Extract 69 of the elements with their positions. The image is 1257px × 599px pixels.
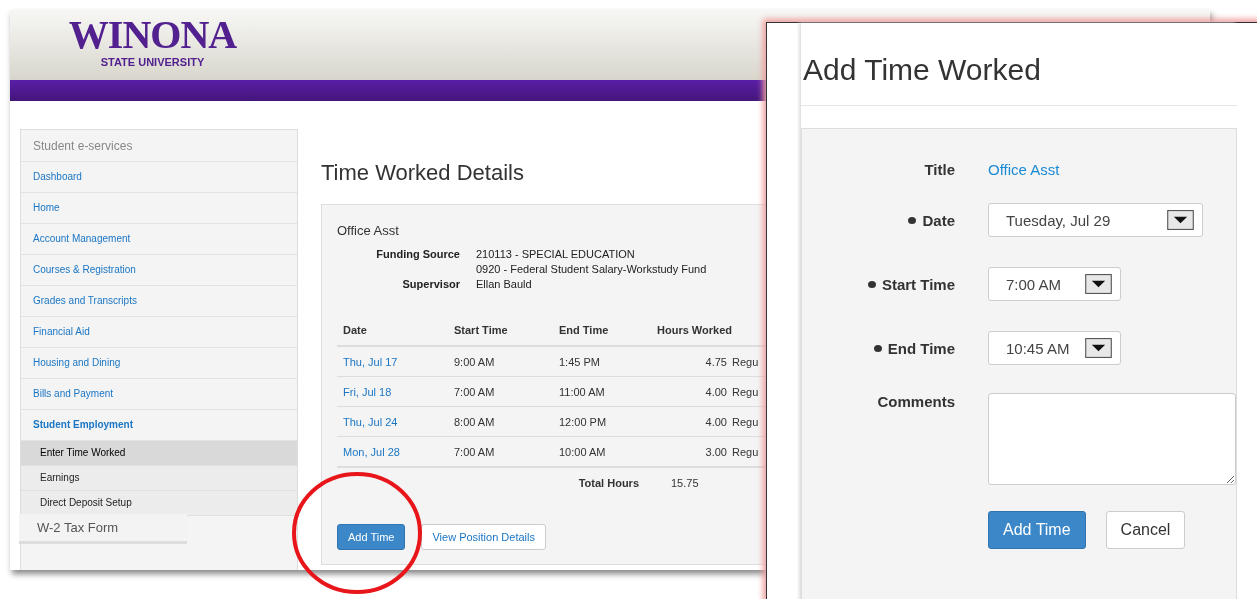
detail-value: 0920 - Federal Student Salary-Workstudy Fund [476, 262, 707, 277]
title-value: Office Asst [988, 160, 1060, 178]
table-cell-text: Regu [731, 355, 759, 368]
detail-label: Supervisor [401, 277, 460, 292]
sidebar-item[interactable]: Account Management [21, 224, 297, 255]
column-header: Start Time [453, 323, 509, 336]
sidebar-item[interactable]: Grades and Transcripts [21, 286, 297, 317]
sidebar-item[interactable]: Home [21, 193, 297, 224]
table-cell-text: 1:45 PM [558, 355, 601, 368]
table-cell-text: 11:00 AM [558, 385, 606, 398]
select-field[interactable]: 7:00 AM [988, 267, 1121, 301]
select-field[interactable]: Tuesday, Jul 29 [988, 203, 1203, 237]
date-link[interactable]: Thu, Jul 24 [337, 415, 448, 428]
select-field[interactable]: 10:45 AM [988, 331, 1121, 365]
total-value: 15.75 [670, 476, 699, 489]
field-label: Start Time [802, 275, 955, 293]
field-label: End Time [802, 339, 955, 357]
logo-subtitle: STATE UNIVERSITY [100, 56, 205, 68]
table-cell-text: Regu [731, 415, 759, 428]
date-link[interactable]: Fri, Jul 18 [337, 385, 448, 398]
total-label: Total Hours [577, 476, 639, 489]
sidebar-subitem[interactable]: Enter Time Worked [21, 441, 297, 466]
details-button[interactable]: View Position Details [421, 524, 546, 550]
add-time-button[interactable]: Add Time [337, 524, 406, 550]
position-title: Office Asst [337, 223, 400, 238]
sidebar-item[interactable]: Housing and Dining [21, 348, 297, 379]
detail-label: Funding Source [375, 247, 460, 262]
detail-value: Ellan Bauld [476, 277, 532, 292]
table-cell-text: 4.00 [704, 415, 727, 428]
logo-wordmark: WINONA [68, 16, 237, 54]
table-cell-text: 4.75 [704, 355, 727, 368]
table-cell-text: 12:00 PM [558, 415, 608, 428]
table-cell-text: 4.00 [704, 385, 727, 398]
column-header: Date [342, 323, 368, 336]
dropdown-icon [1085, 274, 1112, 294]
required-icon [867, 280, 876, 288]
table-cell-text: Regu [731, 385, 759, 398]
required-icon [908, 216, 917, 224]
table-cell-text: 7:00 AM [453, 445, 496, 458]
table-cell-text: Regu [731, 445, 759, 458]
field-label: Comments [876, 393, 955, 410]
sidebar-item[interactable]: Dashboard [21, 162, 297, 193]
add-time-button[interactable]: Add Time [988, 511, 1086, 549]
column-header: Hours Worked [656, 323, 733, 336]
sidebar-subitem[interactable]: Direct Deposit Setup [21, 491, 297, 516]
dialog-title: Add Time Worked [801, 23, 1237, 106]
table-cell-text: 10:00 AM [558, 445, 607, 458]
table-cell-text: 7:00 AM [453, 385, 496, 398]
sidebar-item[interactable]: Courses & Registration [21, 255, 297, 286]
detail-value: 210113 - SPECIAL EDUCATION [476, 247, 635, 262]
date-link[interactable]: Thu, Jul 17 [337, 355, 448, 368]
table-cell-text: 3.00 [704, 445, 727, 458]
sidebar-heading: Student e-services [21, 130, 297, 162]
table-cell-text: 8:00 AM [453, 415, 496, 428]
required-icon [873, 344, 882, 352]
dropdown-icon [1167, 210, 1194, 230]
dropdown-icon [1085, 338, 1112, 358]
sidebar-item[interactable]: Financial Aid [21, 317, 297, 348]
cancel-button[interactable]: Cancel [1105, 511, 1186, 549]
comments-field[interactable] [988, 393, 1236, 485]
date-link[interactable]: Mon, Jul 28 [337, 445, 448, 458]
sidebar-item[interactable]: Bills and Payment [21, 379, 297, 410]
callout-label: W-2 Tax Form [19, 514, 187, 544]
table-cell-text: 9:00 AM [453, 355, 496, 368]
field-label: Date [802, 211, 955, 229]
column-header: End Time [558, 323, 610, 336]
page-title: Time Worked Details [321, 160, 524, 186]
field-label: Title [923, 160, 955, 178]
sidebar-subitem[interactable]: Earnings [21, 466, 297, 491]
